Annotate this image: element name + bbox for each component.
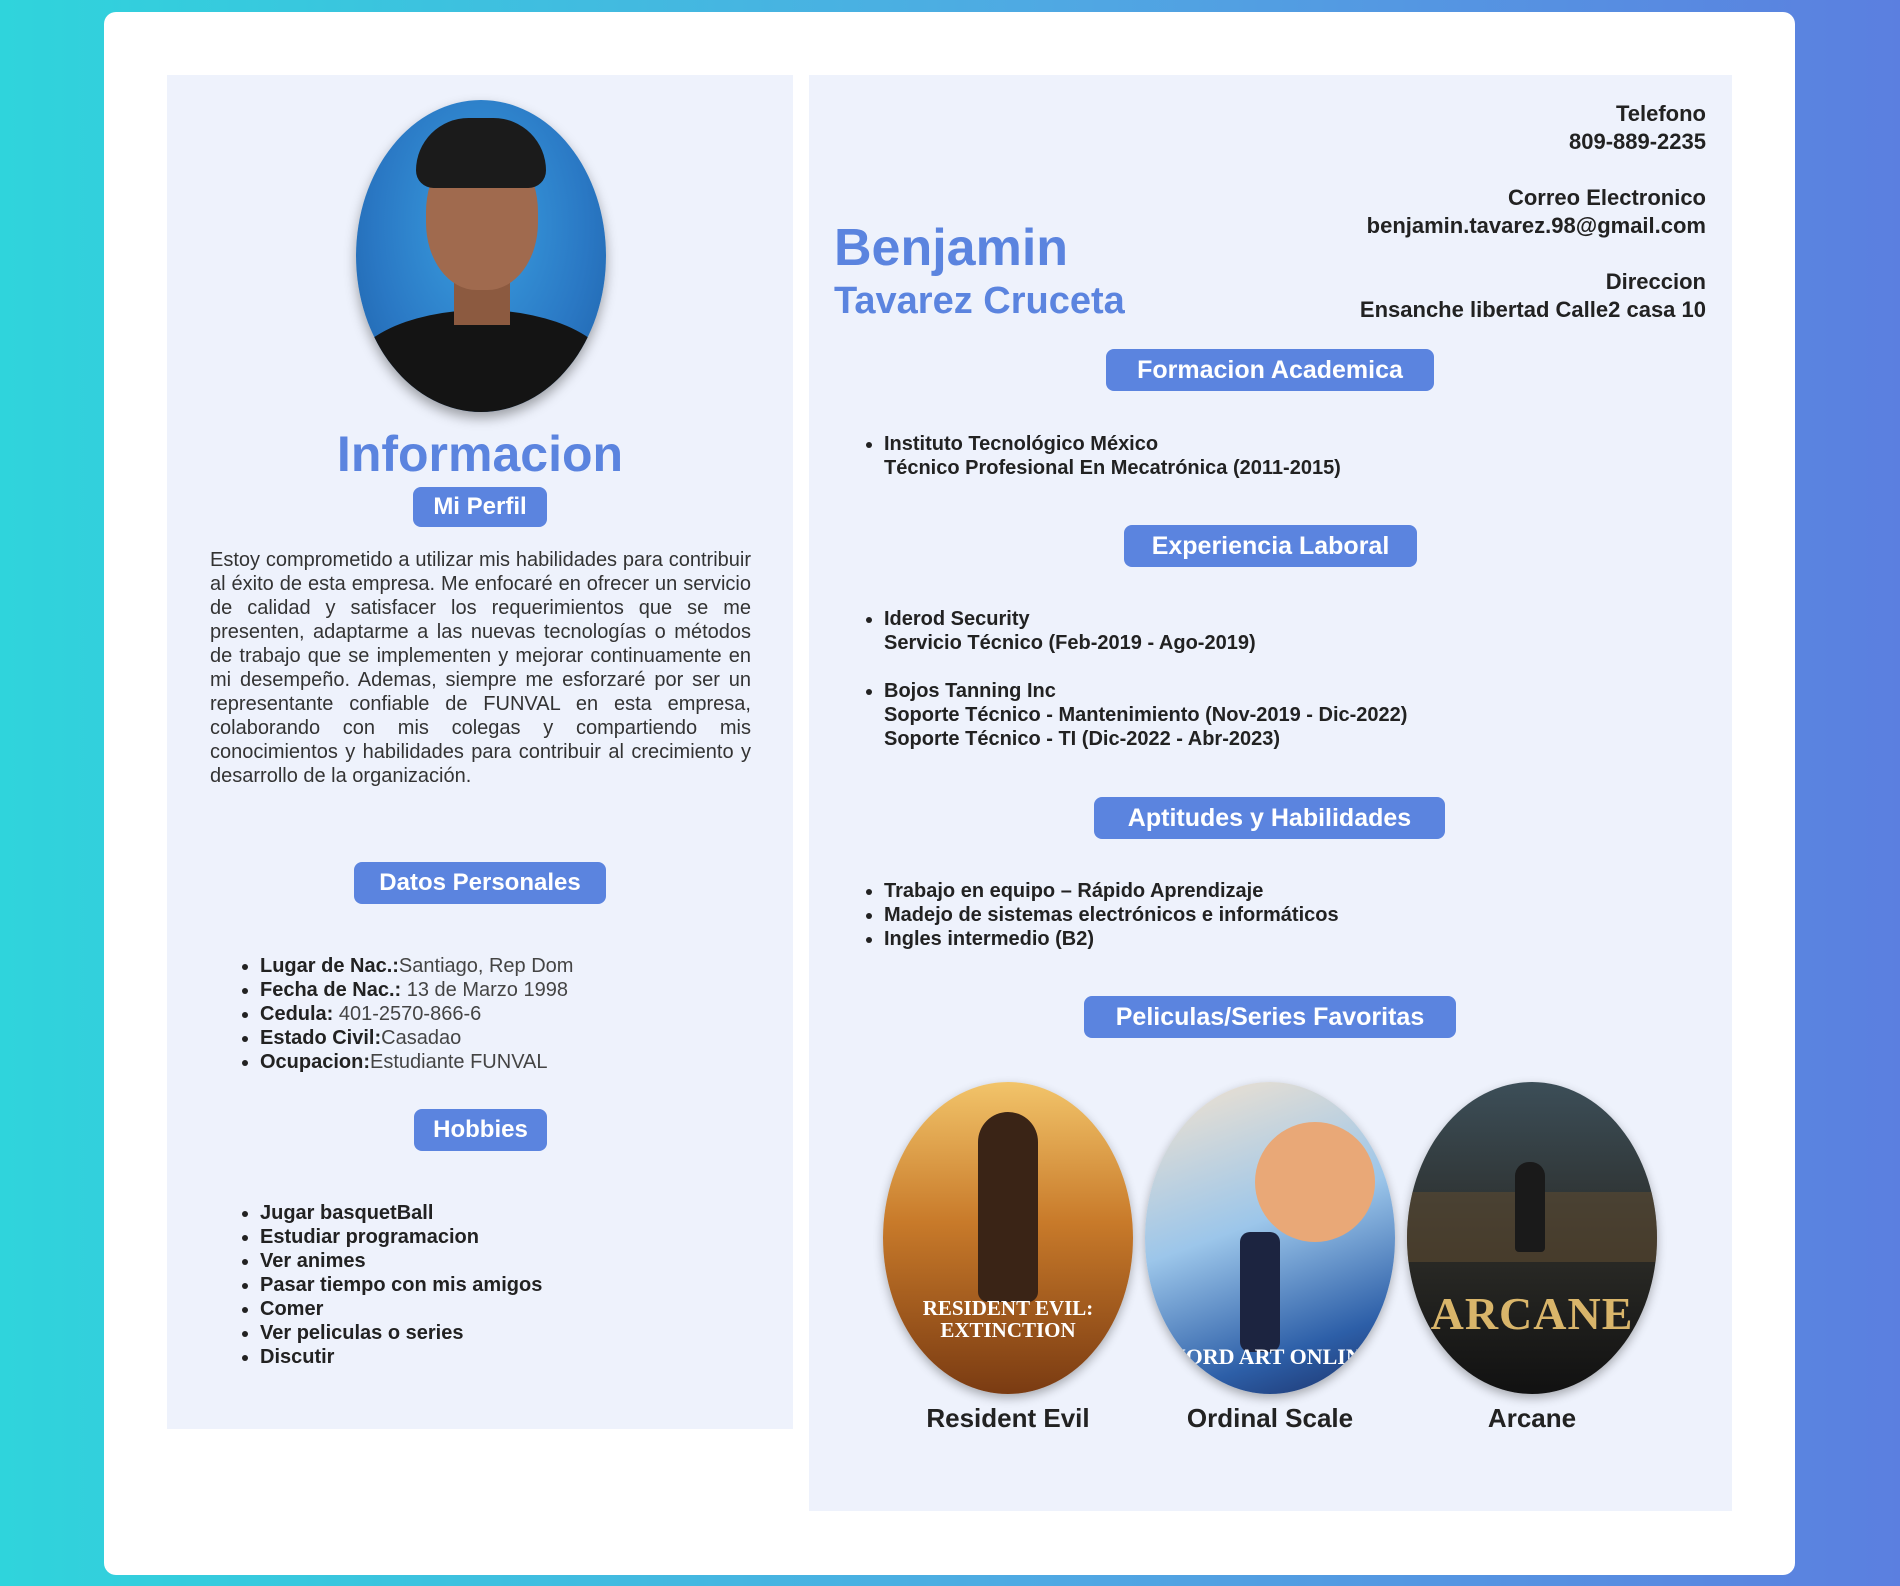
profile-text: Estoy comprometido a utilizar mis habili… [210,549,751,787]
experience-list: Iderod Security Servicio Técnico (Feb-20… [884,607,1407,751]
list-item: Pasar tiempo con mis amigos [260,1273,542,1297]
email-value: benjamin.tavarez.98@gmail.com [1366,213,1706,238]
address-block: Direccion Ensanche libertad Calle2 casa … [1360,268,1706,324]
address-label: Direccion [1605,269,1706,294]
profile-photo [356,100,606,412]
email-label: Correo Electronico [1507,185,1706,210]
personal-data-list: Lugar de Nac.:Santiago, Rep Dom Fecha de… [260,954,573,1074]
movie-poster-resident-evil: RESIDENT EVIL: EXTINCTION [883,1082,1133,1394]
movie-poster-arcane: ARCANE [1407,1082,1657,1394]
list-item: Discutir [260,1345,542,1369]
movie-title: Ordinal Scale [1186,1403,1354,1433]
first-name: Benjamin [834,219,1069,277]
list-item: Lugar de Nac.:Santiago, Rep Dom [260,954,573,978]
movie-title: Arcane [1487,1403,1577,1433]
address-value: Ensanche libertad Calle2 casa 10 [1359,297,1706,322]
datos-personales-heading: Datos Personales [354,862,606,904]
list-item: Ingles intermedio (B2) [884,927,1339,951]
skills-list: Trabajo en equipo – Rápido Aprendizaje M… [884,879,1339,951]
phone-value: 809-889-2235 [1568,129,1706,154]
list-item: Ver peliculas o series [260,1321,542,1345]
peliculas-heading: Peliculas/Series Favoritas [1084,996,1456,1038]
section-title-informacion: Informacion [336,426,624,482]
list-item: Fecha de Nac.: 13 de Marzo 1998 [260,978,573,1002]
movie-poster-ordinal-scale: WORD ART ONLINE [1145,1082,1395,1394]
hobbies-list: Jugar basquetBall Estudiar programacion … [260,1201,542,1369]
phone-label: Telefono [1615,101,1706,126]
list-item: Madejo de sistemas electrónicos e inform… [884,903,1339,927]
aptitudes-heading: Aptitudes y Habilidades [1094,797,1445,839]
list-item: Comer [260,1297,542,1321]
list-item: Estado Civil:Casadao [260,1026,573,1050]
movie-title: Resident Evil [926,1403,1090,1433]
education-list: Instituto Tecnológico México Técnico Pro… [884,432,1341,480]
list-item: Iderod Security Servicio Técnico (Feb-20… [884,607,1407,655]
list-item: Cedula: 401-2570-866-6 [260,1002,573,1026]
list-item: Trabajo en equipo – Rápido Aprendizaje [884,879,1339,903]
right-panel: Benjamin Tavarez Cruceta Telefono 809-88… [809,75,1732,1511]
phone-block: Telefono 809-889-2235 [1569,100,1706,156]
list-item: Bojos Tanning Inc Soporte Técnico - Mant… [884,679,1407,751]
formacion-academica-heading: Formacion Academica [1106,349,1434,391]
email-block: Correo Electronico benjamin.tavarez.98@g… [1367,184,1706,240]
experiencia-laboral-heading: Experiencia Laboral [1124,525,1417,567]
list-item: Estudiar programacion [260,1225,542,1249]
list-item: Ver animes [260,1249,542,1273]
mi-perfil-heading: Mi Perfil [413,487,547,527]
list-item: Jugar basquetBall [260,1201,542,1225]
hobbies-heading: Hobbies [414,1109,547,1151]
last-name: Tavarez Cruceta [834,280,1125,322]
list-item: Instituto Tecnológico México Técnico Pro… [884,432,1341,480]
list-item: Ocupacion:Estudiante FUNVAL [260,1050,573,1074]
left-panel: Informacion Mi Perfil Estoy comprometido… [167,75,793,1429]
